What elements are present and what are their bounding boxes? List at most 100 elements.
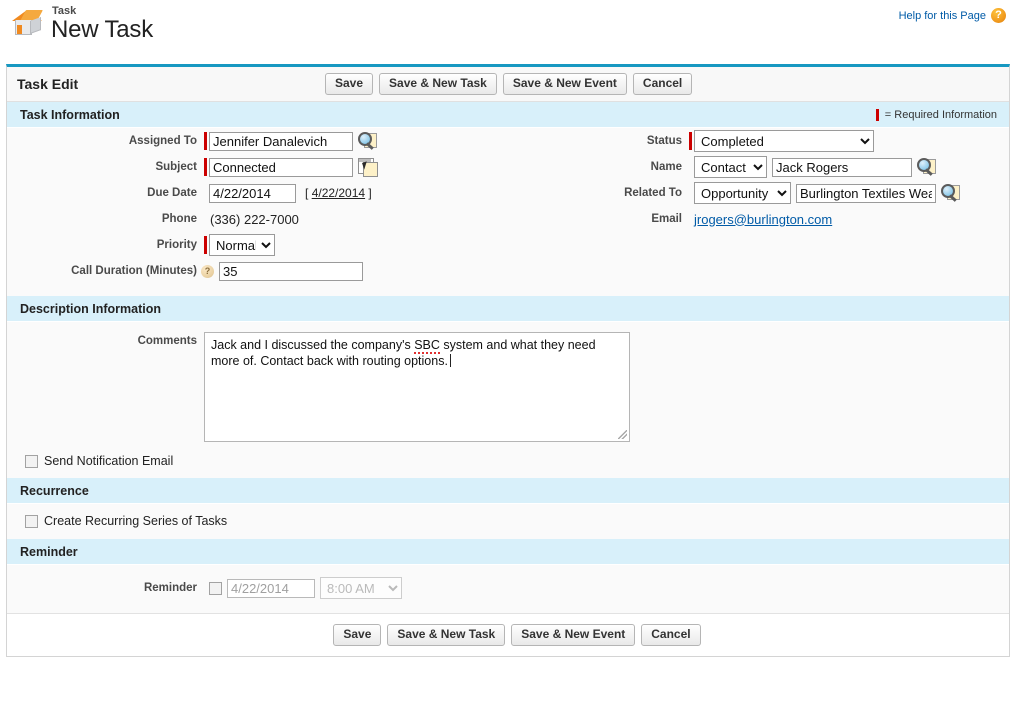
save-button-bottom[interactable]: Save xyxy=(333,624,382,646)
reminder-time-select[interactable]: 8:00 AM xyxy=(320,577,402,599)
required-legend-text: = Required Information xyxy=(884,108,997,121)
due-date-link-text[interactable]: 4/22/2014 xyxy=(312,186,365,200)
page-title: New Task xyxy=(51,16,153,43)
help-for-this-page[interactable]: Help for this Page ? xyxy=(899,8,1006,23)
required-marker-icon xyxy=(204,132,207,150)
text-caret xyxy=(449,354,451,367)
field-row-phone: Phone (336) 222-7000 xyxy=(7,206,507,232)
panel-header: Task Edit Save Save & New Task Save & Ne… xyxy=(7,67,1009,102)
task-information-fields: Assigned To Subject xyxy=(7,128,1009,296)
assigned-to-label: Assigned To xyxy=(128,135,197,147)
create-recurring-series-label: Create Recurring Series of Tasks xyxy=(44,514,228,528)
reminder-checkbox[interactable] xyxy=(209,581,222,595)
create-recurring-series-row[interactable]: Create Recurring Series of Tasks xyxy=(25,514,1009,528)
field-row-related-to: Related To Opportunity xyxy=(507,180,1016,206)
status-label: Status xyxy=(646,135,682,147)
section-title: Recurrence xyxy=(20,483,89,498)
subject-label: Subject xyxy=(155,161,197,173)
task-house-icon xyxy=(10,4,44,36)
save-button[interactable]: Save xyxy=(325,73,374,95)
required-marker-icon xyxy=(689,132,692,150)
save-new-event-button-bottom[interactable]: Save & New Event xyxy=(511,624,636,646)
name-input[interactable] xyxy=(772,157,912,177)
field-row-reminder: Reminder 8:00 AM xyxy=(7,575,1009,601)
send-notification-email-row[interactable]: Send Notification Email xyxy=(25,454,1009,468)
priority-label: Priority xyxy=(156,239,197,251)
section-header-task-information: Task Information = Required Information xyxy=(7,102,1009,128)
task-edit-page: Task New Task Help for this Page ? Task … xyxy=(0,0,1016,716)
comments-textarea[interactable]: Jack and I discussed the company's SBC s… xyxy=(204,332,630,442)
reminder-fields: Reminder 8:00 AM xyxy=(7,565,1009,613)
recurrence-fields: Create Recurring Series of Tasks xyxy=(7,504,1009,539)
phone-value: (336) 222-7000 xyxy=(210,211,299,227)
description-information-fields: Comments Jack and I discussed the compan… xyxy=(7,322,1009,478)
lookup-magnifier-icon[interactable] xyxy=(917,158,936,176)
comments-misspelled-word: SBC xyxy=(414,338,440,354)
due-date-today-link[interactable]: [ 4/22/2014 ] xyxy=(305,186,372,200)
task-edit-panel: Task Edit Save Save & New Task Save & Ne… xyxy=(6,64,1010,657)
right-column: Status Completed Name Contact Jack Roger… xyxy=(507,128,1016,232)
field-row-name: Name Contact xyxy=(507,154,1016,180)
required-marker-icon xyxy=(204,158,207,176)
reminder-label: Reminder xyxy=(143,582,197,594)
textarea-resize-handle[interactable] xyxy=(618,430,627,439)
email-label: Email xyxy=(651,213,682,225)
field-row-assigned-to: Assigned To xyxy=(7,128,507,154)
required-marker-icon xyxy=(204,236,207,254)
subject-input[interactable] xyxy=(209,157,353,177)
save-new-event-button[interactable]: Save & New Event xyxy=(502,73,627,95)
field-row-status: Status Completed xyxy=(507,128,1016,154)
left-column: Assigned To Subject xyxy=(7,128,507,284)
assigned-to-input[interactable] xyxy=(209,131,353,151)
question-circle-icon[interactable]: ? xyxy=(991,8,1006,23)
related-to-input[interactable] xyxy=(796,183,936,203)
related-to-label: Related To xyxy=(624,187,682,199)
comments-label: Comments xyxy=(137,335,197,347)
name-type-select[interactable]: Contact xyxy=(694,156,767,178)
section-title: Description Information xyxy=(20,301,161,316)
section-header-reminder: Reminder xyxy=(7,539,1009,565)
required-marker-icon xyxy=(875,108,879,121)
cancel-button-bottom[interactable]: Cancel xyxy=(641,624,701,646)
call-duration-label: Call Duration (Minutes) xyxy=(71,265,197,277)
section-title: Reminder xyxy=(20,544,78,559)
field-row-call-duration: Call Duration (Minutes) ? xyxy=(7,258,507,284)
cancel-button[interactable]: Cancel xyxy=(632,73,693,95)
name-label: Name xyxy=(650,161,682,173)
lookup-magnifier-icon[interactable] xyxy=(358,132,377,150)
priority-select[interactable]: Normal xyxy=(209,234,275,256)
call-duration-input[interactable] xyxy=(219,261,363,281)
field-row-comments: Comments Jack and I discussed the compan… xyxy=(7,332,1009,442)
section-header-description-information: Description Information xyxy=(7,296,1009,322)
help-link-text[interactable]: Help for this Page xyxy=(899,10,986,22)
panel-title: Task Edit xyxy=(17,76,79,92)
phone-label: Phone xyxy=(161,213,197,225)
field-row-email: Email jrogers@burlington.com xyxy=(507,206,1016,232)
title-block: Task New Task xyxy=(10,4,153,42)
panel-body: Task Information = Required Information … xyxy=(7,102,1009,656)
email-value-link[interactable]: jrogers@burlington.com xyxy=(694,212,832,227)
save-new-task-button[interactable]: Save & New Task xyxy=(379,73,497,95)
due-date-input[interactable] xyxy=(209,183,296,203)
section-header-recurrence: Recurrence xyxy=(7,478,1009,504)
required-information-legend: = Required Information xyxy=(875,108,997,121)
send-notification-email-label: Send Notification Email xyxy=(44,454,174,468)
related-to-type-select[interactable]: Opportunity xyxy=(694,182,791,204)
bottom-button-row: Save Save & New Task Save & New Event Ca… xyxy=(7,613,1009,656)
comments-text-before: Jack and I discussed the company's xyxy=(211,338,415,352)
field-row-priority: Priority Normal xyxy=(7,232,507,258)
top-button-row: Save Save & New Task Save & New Event Ca… xyxy=(325,67,693,101)
field-row-subject: Subject xyxy=(7,154,507,180)
help-bubble-icon[interactable]: ? xyxy=(201,264,214,278)
subject-combobox-icon[interactable] xyxy=(358,158,378,177)
reminder-date-input[interactable] xyxy=(227,578,315,598)
field-row-due-date: Due Date [ 4/22/2014 ] xyxy=(7,180,507,206)
send-notification-email-checkbox[interactable] xyxy=(25,454,38,468)
due-date-label: Due Date xyxy=(147,187,197,199)
create-recurring-series-checkbox[interactable] xyxy=(25,514,38,528)
save-new-task-button-bottom[interactable]: Save & New Task xyxy=(387,624,506,646)
lookup-magnifier-icon[interactable] xyxy=(941,184,960,202)
page-header: Task New Task Help for this Page ? xyxy=(0,0,1016,64)
section-title: Task Information xyxy=(20,107,120,122)
status-select[interactable]: Completed xyxy=(694,130,874,152)
